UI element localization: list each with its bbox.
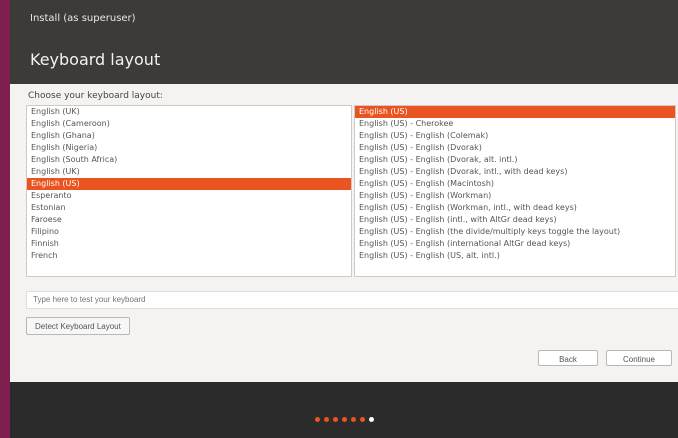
- installer-frame: Install (as superuser) Keyboard layout C…: [0, 0, 678, 438]
- layout-item[interactable]: English (UK): [27, 106, 351, 118]
- variant-item[interactable]: English (US) - English (Macintosh): [355, 178, 675, 190]
- variant-item[interactable]: English (US) - Cherokee: [355, 118, 675, 130]
- progress-dot: [341, 417, 347, 422]
- progress-dots: [10, 407, 678, 426]
- detect-keyboard-button[interactable]: Detect Keyboard Layout: [26, 317, 130, 335]
- layout-item[interactable]: Esperanto: [27, 190, 351, 202]
- keyboard-test-input[interactable]: [26, 291, 678, 309]
- variant-item[interactable]: English (US) - English (Colemak): [355, 130, 675, 142]
- layout-item[interactable]: French: [27, 250, 351, 262]
- layout-item[interactable]: English (UK): [27, 166, 351, 178]
- titlebar: Install (as superuser) Keyboard layout: [10, 0, 678, 84]
- layout-list[interactable]: English (UK) English (Cameroon) English (G…: [26, 105, 352, 277]
- back-button[interactable]: Back: [538, 350, 598, 366]
- progress-dot: [314, 417, 320, 422]
- variant-item[interactable]: English (US) - English (US, alt. intl.): [355, 250, 675, 262]
- variant-list[interactable]: English (US) English (US) - Cherokee Engli…: [354, 105, 676, 277]
- install-progress: [10, 382, 678, 438]
- variant-item[interactable]: English (US): [355, 106, 675, 118]
- progress-dot: [350, 417, 356, 422]
- choose-layout-label: Choose your keyboard layout:: [28, 91, 163, 101]
- layout-item[interactable]: English (South Africa): [27, 154, 351, 166]
- layout-item[interactable]: Faroese: [27, 214, 351, 226]
- layout-item[interactable]: English (US): [27, 178, 351, 190]
- variant-item[interactable]: English (US) - English (intl., with AltG…: [355, 214, 675, 226]
- installer-window: Install (as superuser) Keyboard layout C…: [10, 0, 678, 438]
- layout-item[interactable]: English (Ghana): [27, 130, 351, 142]
- variant-item[interactable]: English (US) - English (Dvorak, intl., w…: [355, 166, 675, 178]
- continue-button[interactable]: Continue: [606, 350, 672, 366]
- window-accent: [0, 0, 10, 438]
- page-title: Keyboard layout: [30, 50, 161, 69]
- content-area: Choose your keyboard layout: English (UK…: [10, 84, 678, 382]
- variant-item[interactable]: English (US) - English (Workman, intl., …: [355, 202, 675, 214]
- variant-item[interactable]: English (US) - English (Workman): [355, 190, 675, 202]
- progress-dot: [332, 417, 338, 422]
- layout-item[interactable]: English (Nigeria): [27, 142, 351, 154]
- progress-dot: [359, 417, 365, 422]
- layout-item[interactable]: Estonian: [27, 202, 351, 214]
- progress-dot: [323, 417, 329, 422]
- window-title: Install (as superuser): [30, 13, 136, 24]
- variant-item[interactable]: English (US) - English (the divide/multi…: [355, 226, 675, 238]
- variant-item[interactable]: English (US) - English (international Al…: [355, 238, 675, 250]
- variant-item[interactable]: English (US) - English (Dvorak, alt. int…: [355, 154, 675, 166]
- layout-item[interactable]: English (Cameroon): [27, 118, 351, 130]
- variant-item[interactable]: English (US) - English (Dvorak): [355, 142, 675, 154]
- layout-item[interactable]: Finnish: [27, 238, 351, 250]
- layout-item[interactable]: Filipino: [27, 226, 351, 238]
- progress-dot: [368, 417, 374, 422]
